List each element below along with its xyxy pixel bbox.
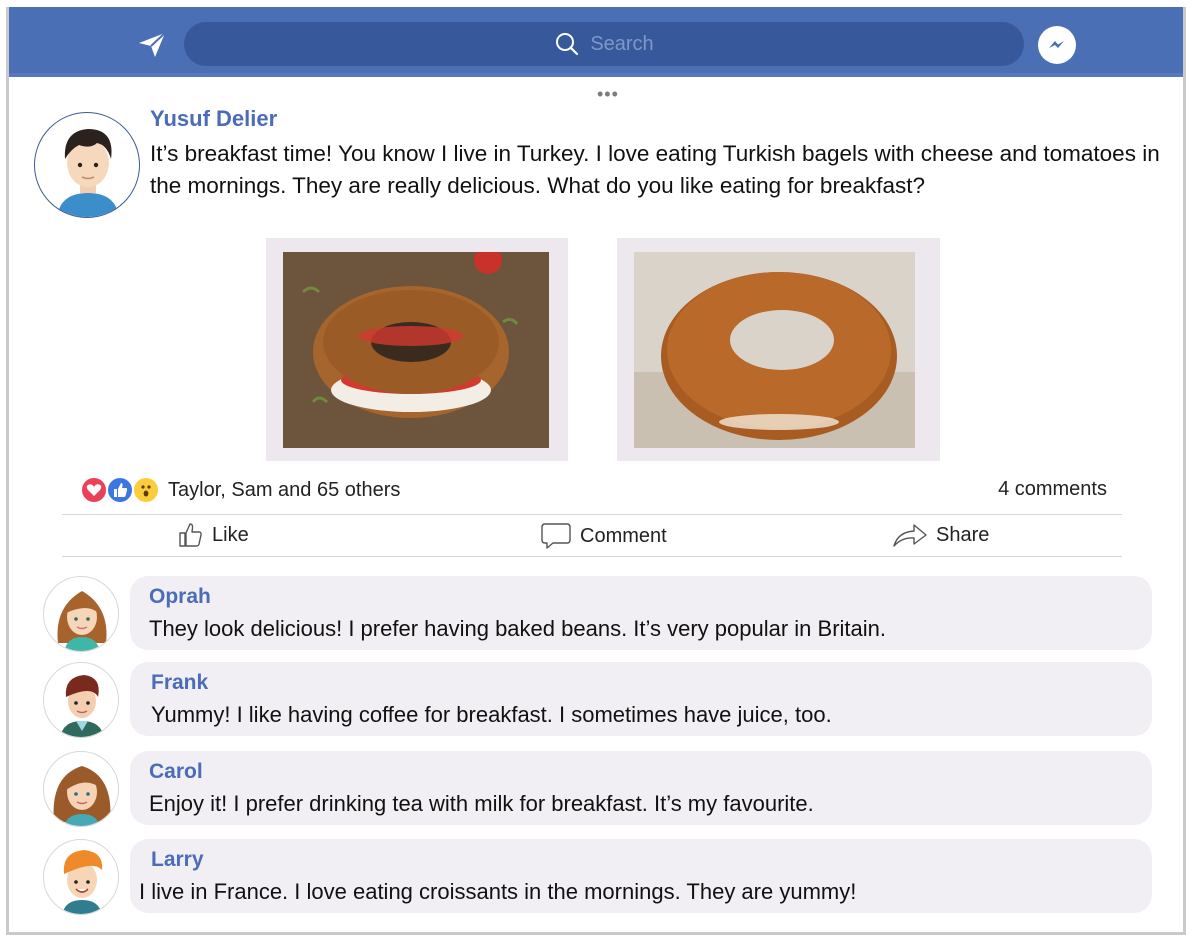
search-input[interactable]: Search xyxy=(184,22,1024,66)
commenter-avatar-carol[interactable] xyxy=(43,751,119,827)
messenger-icon xyxy=(1049,41,1064,48)
comment-button[interactable]: Comment xyxy=(540,522,667,550)
send-icon xyxy=(139,32,166,57)
post-photo-bagel-sandwich[interactable] xyxy=(266,238,568,461)
reactions-label: Taylor, Sam and 65 others xyxy=(168,478,401,501)
commenter-avatar-frank[interactable] xyxy=(43,662,119,738)
comment-label: Comment xyxy=(580,524,667,547)
commenter-avatar-oprah[interactable] xyxy=(43,576,119,652)
more-options-button[interactable]: ••• xyxy=(597,85,619,103)
comment-bubble: Carol Enjoy it! I prefer drinking tea wi… xyxy=(130,751,1152,825)
thumbs-up-icon xyxy=(179,523,202,547)
share-arrow-icon xyxy=(893,524,927,547)
comment-text: They look delicious! I prefer having bak… xyxy=(149,616,886,641)
divider-top xyxy=(62,514,1122,515)
love-reaction-icon xyxy=(80,476,108,504)
comment-bubble: Frank Yummy! I like having coffee for br… xyxy=(130,662,1152,736)
post-photo-simit[interactable] xyxy=(617,238,940,461)
reactions-summary[interactable]: Taylor, Sam and 65 others xyxy=(80,476,400,504)
messenger-button[interactable] xyxy=(1038,26,1076,64)
like-reaction-icon xyxy=(106,476,134,504)
post-author-name[interactable]: Yusuf Delier xyxy=(150,106,277,132)
share-button[interactable]: Share xyxy=(892,522,989,548)
like-label: Like xyxy=(212,523,249,546)
post-text: It’s breakfast time! You know I live in … xyxy=(150,141,1160,198)
comment-icon xyxy=(541,523,571,549)
comment-bubble: Oprah They look delicious! I prefer havi… xyxy=(130,576,1152,650)
comment-author[interactable]: Oprah xyxy=(149,585,211,609)
search-placeholder: Search xyxy=(590,32,654,55)
comment-author[interactable]: Frank xyxy=(151,671,208,695)
like-button[interactable]: Like xyxy=(178,522,249,548)
comment-author[interactable]: Larry xyxy=(151,848,204,872)
share-label: Share xyxy=(936,523,990,546)
divider-bottom xyxy=(62,556,1122,557)
wow-reaction-icon xyxy=(132,476,160,504)
comment-author[interactable]: Carol xyxy=(149,760,203,784)
send-button[interactable] xyxy=(131,27,173,63)
comment-text: Enjoy it! I prefer drinking tea with mil… xyxy=(149,791,814,816)
comment-bubble: Larry I live in France. I love eating cr… xyxy=(130,839,1152,913)
author-avatar[interactable] xyxy=(34,112,140,218)
commenter-avatar-larry[interactable] xyxy=(43,839,119,915)
comments-count[interactable]: 4 comments xyxy=(998,478,1107,501)
search-icon xyxy=(556,33,579,56)
comment-text: I live in France. I love eating croissan… xyxy=(139,879,857,904)
top-bar: Search xyxy=(9,7,1183,77)
comment-text: Yummy! I like having coffee for breakfas… xyxy=(151,702,832,727)
